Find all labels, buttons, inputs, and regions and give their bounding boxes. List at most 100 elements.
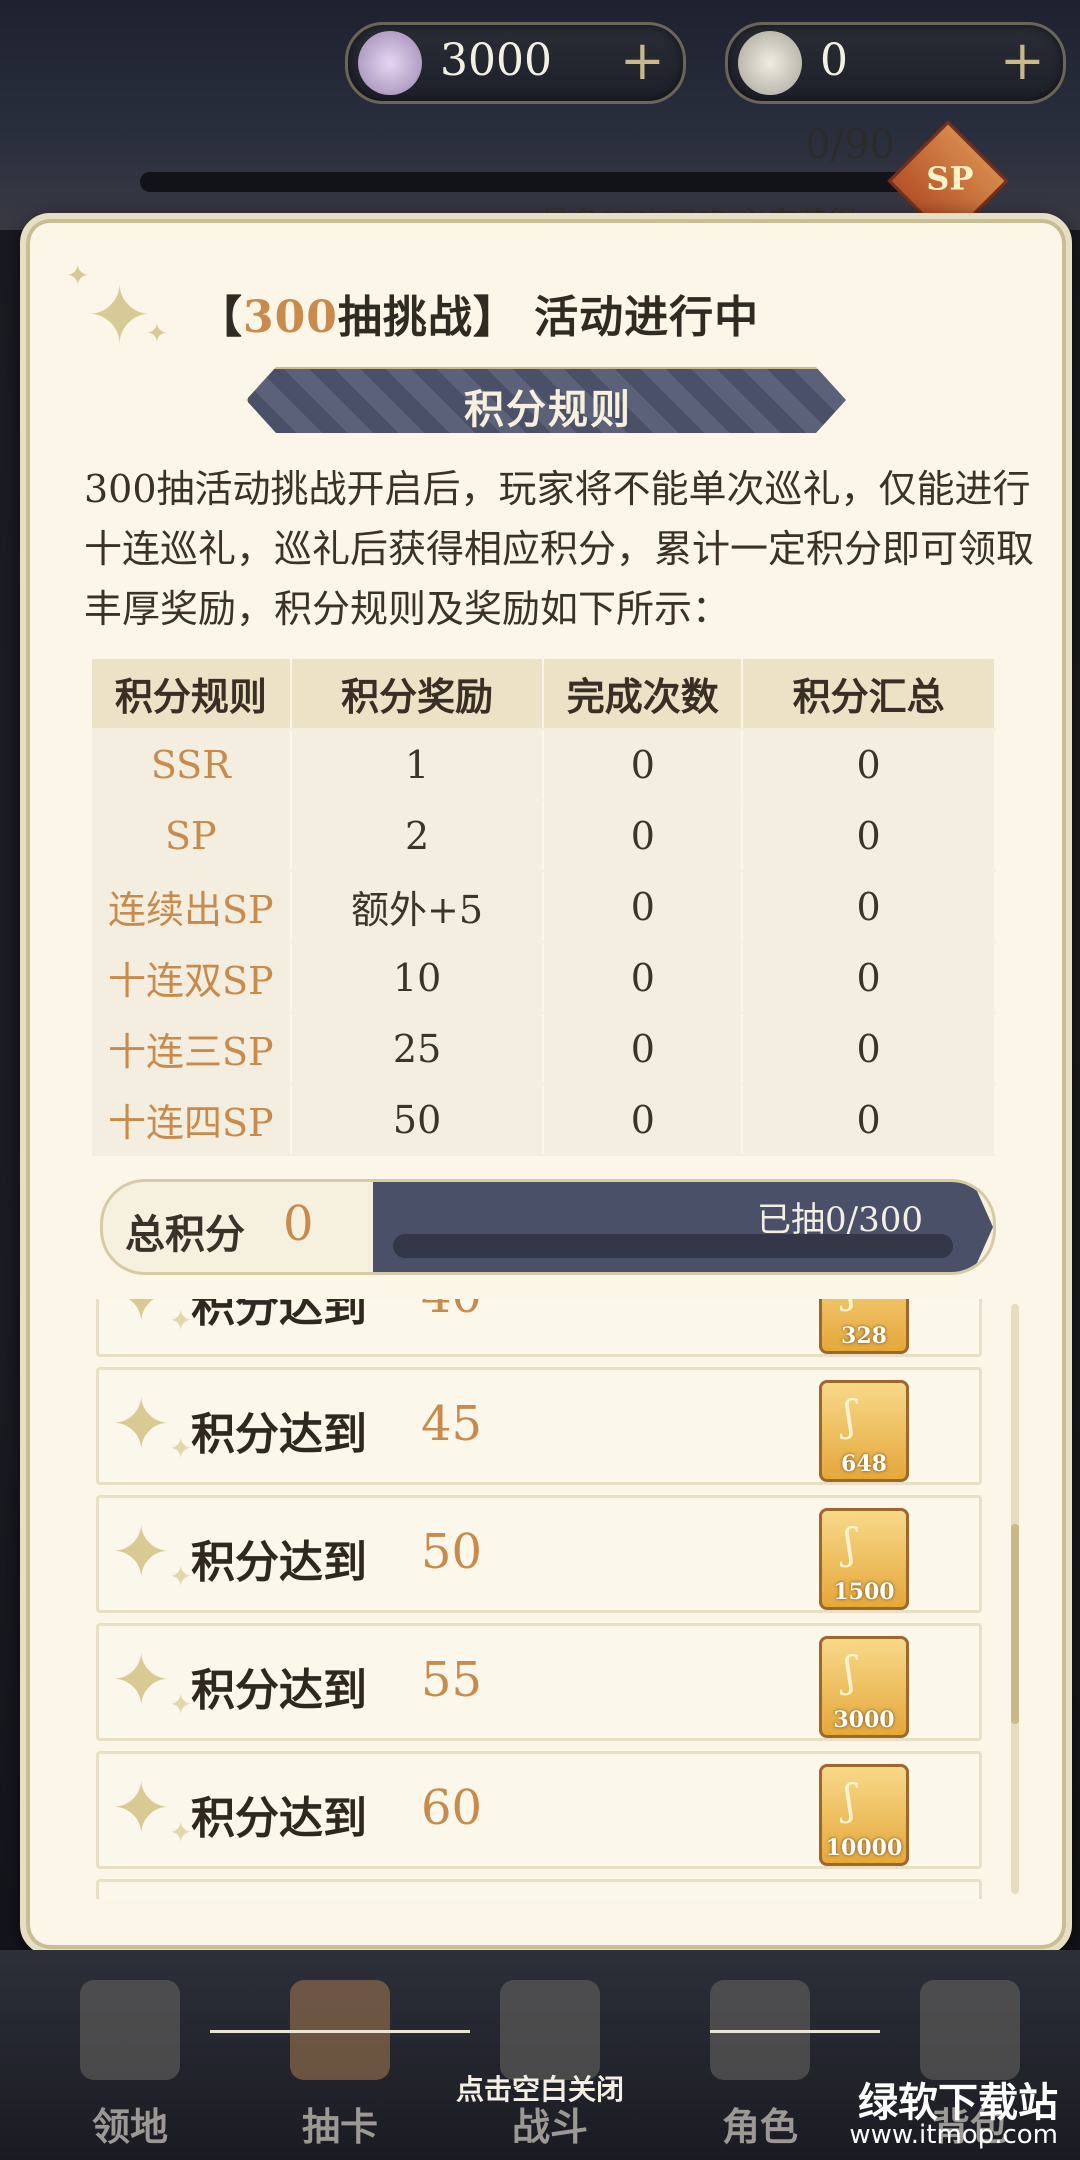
crystal-currency: 3000 + [345,22,686,104]
table-header: 积分奖励 [290,659,545,730]
table-row: 连续出SP 额外+5 0 0 [92,871,996,943]
total-points-bar: 总积分 0 已抽0/300 [100,1179,996,1275]
section-banner: 积分规则 [246,367,846,433]
section-title: 积分规则 [464,386,632,433]
list-item: ✦ ✦ 积分达到 40 ʃ 328 [96,1299,982,1357]
swords-icon [500,1980,600,2080]
castle-icon [80,1980,180,2080]
milestone-points: 55 [421,1652,483,1708]
sparkle-small-icon: ✦ [169,1560,193,1593]
rule-count: 0 [543,942,744,1014]
chest-icon [920,1980,1020,2080]
table-row: SP 2 0 0 [92,800,996,872]
challenge-dialog: ✦ ✦ ✦ 【300抽挑战】 活动进行中 积分规则 300抽活动挑战开启后，玩家… [20,213,1072,1955]
milestone-points: 45 [421,1396,483,1452]
pity-progress-bar [140,172,940,192]
milestone-label: 积分达到 [191,1299,367,1332]
watermark-url: www.itmop.com [849,2120,1058,2150]
list-item [96,1879,982,1899]
reward-ticket[interactable]: ʃ 3000 [819,1636,909,1738]
scroll-icon [738,31,802,95]
rule-name: 十连双SP [92,942,292,1014]
rule-count: 0 [543,800,744,872]
rule-total: 0 [742,1084,996,1156]
summon-ticket-icon: ʃ [844,1391,856,1440]
reward-ticket[interactable]: ʃ 1500 [819,1508,909,1610]
crystal-icon [358,31,422,95]
rule-name: 十连四SP [92,1084,292,1156]
rule-total: 0 [742,942,996,1014]
list-item: ✦ ✦ 积分达到 50 ʃ 1500 [96,1495,982,1613]
pity-progress-text: 0/90 [805,122,895,168]
rule-reward: 10 [290,942,545,1014]
rule-total: 0 [742,1013,996,1085]
rule-reward: 50 [290,1084,545,1156]
list-item: ✦ ✦ 积分达到 60 ʃ 10000 [96,1751,982,1869]
nav-battle[interactable]: 战斗 [470,1980,630,2150]
rule-total: 0 [742,871,996,943]
rules-description: 300抽活动挑战开启后，玩家将不能单次巡礼，仅能进行十连巡礼，巡礼后获得相应积分… [84,467,1035,631]
add-crystal-button[interactable]: + [620,33,665,89]
rule-count: 0 [543,871,744,943]
table-header: 积分汇总 [742,659,996,730]
total-points-label: 总积分 [125,1211,245,1258]
nav-draw[interactable]: 抽卡 [260,1980,420,2150]
table-row: 十连双SP 10 0 0 [92,942,996,1014]
table-row: 十连三SP 25 0 0 [92,1013,996,1085]
milestone-points: 40 [421,1299,482,1324]
reward-ticket[interactable]: ʃ 648 [819,1380,909,1482]
nav-territory[interactable]: 领地 [50,1980,210,2150]
draw-progress: 已抽0/300 [373,1182,993,1272]
sparkle-small-icon: ✦ [66,259,90,292]
sparkle-icon: ✦ [86,269,154,362]
reward-ticket[interactable]: ʃ 328 [819,1299,909,1354]
rule-reward: 25 [290,1013,545,1085]
rule-name: SSR [92,729,292,801]
table-row: SSR 1 0 0 [92,729,996,801]
rule-count: 0 [543,1084,744,1156]
milestone-points: 50 [421,1524,483,1580]
star-icon: ✦ [111,1510,172,1594]
reward-count: 3000 [833,1707,895,1733]
add-scroll-button[interactable]: + [1000,33,1045,89]
rule-count: 0 [543,729,744,801]
table-header-row: 积分规则 积分奖励 完成次数 积分汇总 [92,659,996,730]
rule-reward: 1 [290,729,545,801]
scroll-currency: 0 + [725,22,1066,104]
rule-name: 十连三SP [92,1013,292,1085]
crystal-count: 3000 [440,35,552,86]
sparkle-small-icon: ✦ [169,1816,193,1849]
total-points-value: 0 [283,1196,314,1252]
milestone-label: 积分达到 [191,1793,367,1844]
rule-reward: 额外+5 [290,871,545,943]
rules-table: 积分规则 积分奖励 完成次数 积分汇总 SSR 1 0 0 SP 2 0 0 连… [92,659,996,1156]
milestone-list[interactable]: ✦ ✦ 积分达到 40 ʃ 328 ✦ ✦ 积分达到 45 ʃ 648 ✦ ✦ … [96,1299,986,1899]
reward-count: 328 [841,1323,887,1349]
rule-reward: 2 [290,800,545,872]
reward-count: 1500 [833,1579,895,1605]
draw-progress-track [393,1234,953,1258]
scroll-count: 0 [820,35,848,86]
sparkle-small-icon: ✦ [169,1432,193,1465]
star-icon: ✦ [111,1382,172,1466]
table-row: 十连四SP 50 0 0 [92,1084,996,1156]
milestone-scrollbar[interactable] [1011,1304,1019,1894]
summon-ticket-icon: ʃ [844,1647,856,1696]
table-header: 积分规则 [92,659,292,730]
star-icon: ✦ [111,1638,172,1722]
reward-ticket[interactable]: ʃ 10000 [819,1764,909,1866]
reward-count: 648 [841,1451,887,1477]
rule-total: 0 [742,800,996,872]
milestone-label: 积分达到 [191,1409,367,1460]
title-bracket: 【 [198,292,243,343]
nav-character[interactable]: 角色 [680,1980,840,2150]
sp-badge-label: SP [926,159,974,198]
rule-count: 0 [543,1013,744,1085]
list-item: ✦ ✦ 积分达到 45 ʃ 648 [96,1367,982,1485]
scrollbar-thumb[interactable] [1011,1524,1019,1724]
rule-total: 0 [742,729,996,801]
rule-name: SP [92,800,292,872]
table-header: 完成次数 [543,659,744,730]
rule-name: 连续出SP [92,871,292,943]
title-rest: 抽挑战】 活动进行中 [337,292,760,343]
